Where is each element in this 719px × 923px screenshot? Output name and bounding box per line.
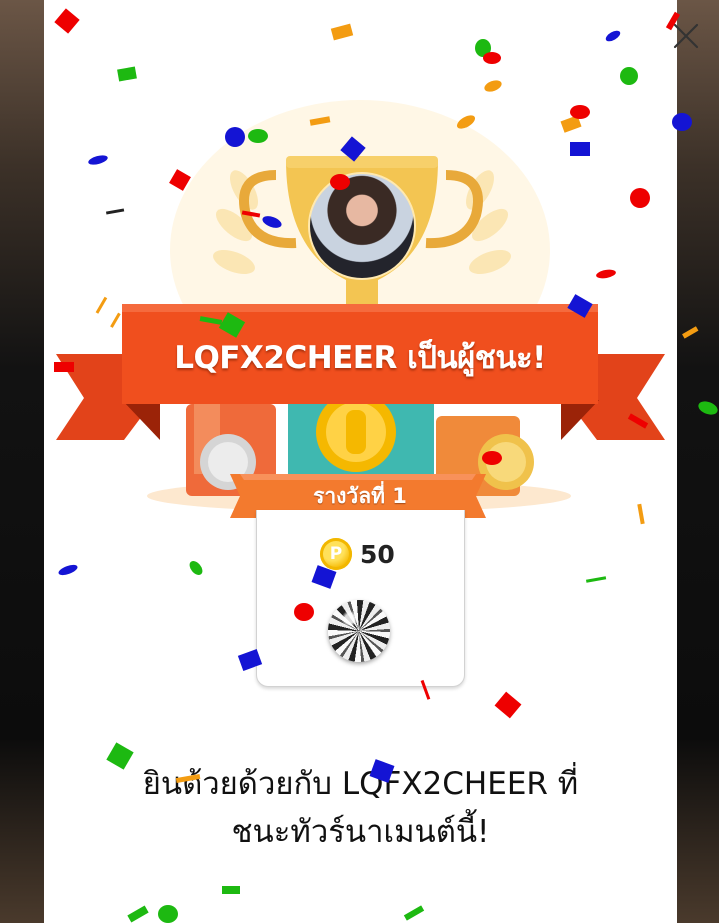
background-right-panel	[677, 0, 719, 923]
close-button[interactable]	[666, 16, 706, 56]
winner-banner-text: LQFX2CHEER เป็นผู้ชนะ!	[174, 340, 546, 376]
congrats-line-1: ยินต้วยด้วยกับ LQFX2CHEER ที่	[142, 766, 579, 802]
coin-reward-icon: P	[320, 538, 352, 570]
congrats-line-2: ชนะทัวร์นาเมนต์นี้!	[231, 814, 490, 850]
congrats-message: ยินต้วยด้วยกับ LQFX2CHEER ที่ ชนะทัวร์นา…	[44, 760, 677, 856]
close-icon	[673, 23, 699, 49]
bowling-ball-reward-icon	[328, 600, 390, 662]
winner-avatar	[308, 172, 416, 280]
coin-reward: P 50	[320, 536, 395, 572]
coin-amount: 50	[360, 539, 395, 569]
background-left-panel	[0, 0, 44, 923]
